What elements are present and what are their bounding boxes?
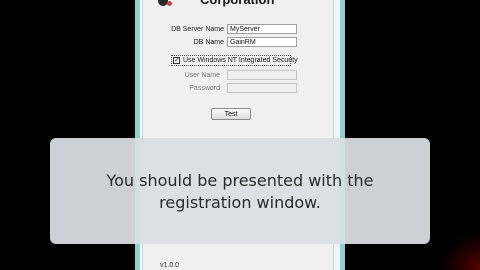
check-icon: ✓ [174,57,180,64]
windows-security-checkbox[interactable]: ✓ [173,57,180,64]
password-input[interactable] [227,83,297,93]
caption-text: You should be presented with the registr… [50,170,430,214]
window-title: Corporation [200,0,400,8]
video-frame: Corporation DB Server Name MyServer DB N… [0,0,480,270]
windows-security-label: Use Windows NT Integrated Security [183,57,298,64]
version-label: v1.0.0 [160,262,180,269]
logo-dot-icon [167,1,172,6]
caption-line-1: You should be presented with the [106,171,374,190]
caption-line-2: registration window. [159,193,321,212]
db-server-input[interactable]: MyServer [227,24,297,34]
test-button[interactable]: Test [211,108,251,120]
db-name-label: DB Name [193,39,224,46]
caption-overlay: You should be presented with the registr… [50,138,430,244]
user-name-input[interactable] [227,70,297,80]
corner-glow [440,230,480,270]
db-server-label: DB Server Name [171,26,224,33]
user-name-label: User Name [184,72,220,79]
windows-security-checkbox-row[interactable]: ✓ Use Windows NT Integrated Security [171,55,298,66]
password-label: Password [189,85,220,92]
db-name-input[interactable]: GainRM [227,37,297,47]
